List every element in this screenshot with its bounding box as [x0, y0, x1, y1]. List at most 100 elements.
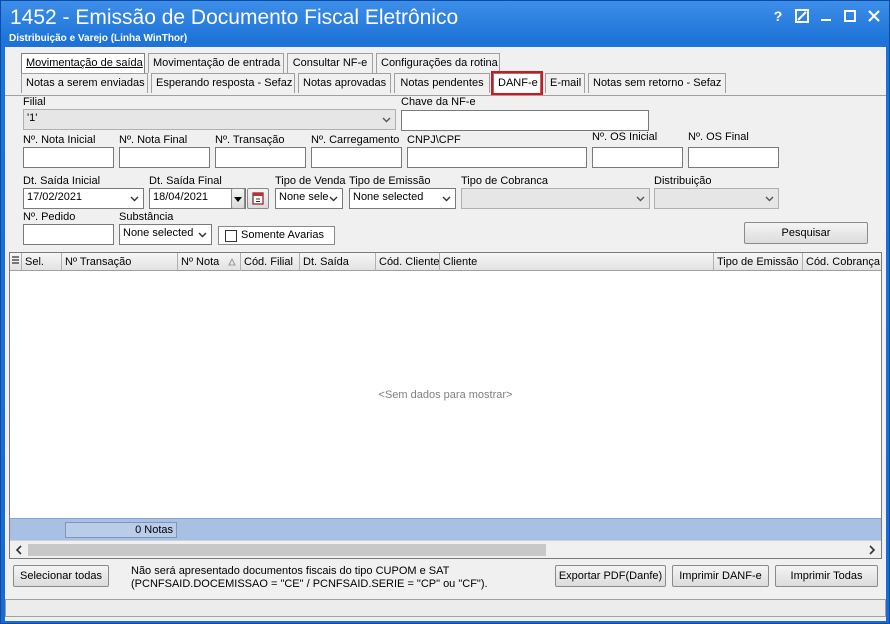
triangle-down-icon	[234, 197, 242, 202]
print-all-button[interactable]: Imprimir Todas	[775, 565, 878, 587]
print-danfe-button[interactable]: Imprimir DANF-e	[672, 565, 769, 587]
close-icon	[868, 10, 880, 22]
chave-input[interactable]	[401, 110, 649, 131]
nota-inicial-input[interactable]	[23, 147, 114, 168]
help-button[interactable]: ?	[771, 9, 785, 23]
chevron-down-icon	[329, 196, 338, 202]
substancia-label: Substância	[119, 211, 174, 223]
tipo-venda-value: None sele	[279, 191, 329, 203]
chevron-down-icon	[765, 196, 774, 202]
tab-label: E-mail	[550, 77, 582, 89]
dt-saida-inicial-label: Dt. Saída Inicial	[23, 175, 101, 187]
transacao-label: Nº. Transação	[215, 134, 285, 146]
tipo-emissao-label: Tipo de Emissão	[349, 175, 431, 187]
tab-email[interactable]: E-mail	[545, 73, 585, 93]
tipo-cobranca-select[interactable]	[461, 188, 650, 209]
cnpj-input[interactable]	[407, 147, 587, 168]
nota-final-input[interactable]	[119, 147, 210, 168]
chave-label: Chave da NF-e	[401, 96, 476, 108]
dt-saida-final-label: Dt. Saída Final	[149, 175, 222, 187]
tipo-emissao-select[interactable]: None selected	[349, 188, 456, 209]
tab-notas-sem-retorno[interactable]: Notas sem retorno - Sefaz	[588, 73, 726, 93]
os-inicial-input[interactable]	[592, 147, 683, 168]
transacao-input[interactable]	[215, 147, 306, 168]
column-cod-cliente[interactable]: Cód. Cliente	[376, 253, 440, 271]
restore-edit-button[interactable]	[795, 9, 809, 23]
somente-avarias-label: Somente Avarias	[241, 229, 324, 241]
tipo-venda-select[interactable]: None sele	[275, 188, 343, 209]
distribuicao-label: Distribuição	[654, 175, 712, 187]
chevron-left-icon[interactable]	[12, 543, 26, 557]
tab-movimentacao-entrada[interactable]: Movimentação de entrada	[148, 53, 284, 73]
info-note: Não será apresentado documentos fiscais …	[131, 565, 488, 591]
column-tipo-emissao[interactable]: Tipo de Emissão	[714, 253, 803, 271]
column-list-icon	[12, 256, 19, 264]
column-dt-saida[interactable]: Dt. Saída	[300, 253, 376, 271]
tab-configuracoes[interactable]: Configurações da rotina	[376, 53, 500, 73]
tab-label: Notas aprovadas	[303, 77, 387, 89]
chevron-right-icon[interactable]	[865, 543, 879, 557]
horizontal-scrollbar[interactable]	[10, 540, 881, 558]
tab-label: Consultar NF-e	[292, 57, 368, 69]
chevron-down-icon	[636, 196, 645, 202]
tab-danfe[interactable]: DANF-e	[491, 71, 543, 95]
column-nota[interactable]: Nº Nota	[178, 253, 241, 271]
tab-movimentacao-saida[interactable]: Movimentação de saída	[21, 53, 145, 73]
column-transacao[interactable]: Nº Transação	[62, 253, 178, 271]
carregamento-label: Nº. Carregamento	[311, 134, 400, 146]
filial-value: '1'	[27, 112, 38, 124]
column-cliente[interactable]: Cliente	[440, 253, 714, 271]
tipo-cobranca-label: Tipo de Cobranca	[461, 175, 549, 187]
dt-saida-inicial-value: 17/02/2021	[27, 191, 83, 203]
info-note-line1: Não será apresentado documentos fiscais …	[131, 565, 450, 577]
tipo-emissao-value: None selected	[353, 191, 424, 203]
chevron-down-icon	[442, 196, 451, 202]
export-pdf-button[interactable]: Exportar PDF(Danfe)	[555, 565, 666, 587]
filial-select[interactable]: '1'	[23, 109, 396, 130]
calendar-icon	[252, 192, 264, 205]
results-grid[interactable]: Sel. Nº Transação Nº Nota Cód. Filial Dt…	[9, 252, 882, 559]
tab-notas-pendentes[interactable]: Notas pendentes	[394, 73, 490, 93]
minimize-icon	[821, 19, 831, 21]
dt-saida-final-dropdown-button[interactable]	[231, 188, 245, 209]
os-inicial-label: Nº. OS Inicial	[592, 131, 658, 143]
scrollbar-thumb[interactable]	[28, 544, 546, 556]
window-title: 1452 - Emissão de Documento Fiscal Eletr…	[10, 6, 459, 29]
calendar-button[interactable]	[247, 188, 269, 209]
checkbox-box[interactable]	[225, 230, 237, 242]
tab-consultar-nfe[interactable]: Consultar NF-e	[287, 53, 373, 73]
cnpj-label: CNPJ\CPF	[407, 134, 461, 146]
tab-notas-serem-enviadas[interactable]: Notas a serem enviadas	[21, 73, 148, 93]
nota-inicial-label: Nº. Nota Inicial	[23, 134, 96, 146]
filial-label: Filial	[23, 96, 46, 108]
select-all-button[interactable]: Selecionar todas	[13, 565, 109, 587]
minimize-button[interactable]	[819, 9, 833, 23]
substancia-select[interactable]: None selected	[119, 224, 212, 245]
maximize-icon	[844, 10, 856, 22]
column-cod-cobranca[interactable]: Cód. Cobrança	[803, 253, 881, 271]
carregamento-input[interactable]	[311, 147, 402, 168]
tab-label: Notas sem retorno - Sefaz	[593, 77, 722, 89]
column-sel[interactable]: Sel.	[22, 253, 62, 271]
pedido-input[interactable]	[23, 224, 114, 245]
close-button[interactable]	[867, 9, 881, 23]
somente-avarias-checkbox[interactable]: Somente Avarias	[218, 226, 335, 245]
tab-label: Esperando resposta - Sefaz	[156, 77, 293, 89]
nota-final-label: Nº. Nota Final	[119, 134, 188, 146]
tab-label: Notas a serem enviadas	[26, 77, 145, 89]
dt-saida-inicial-picker[interactable]: 17/02/2021	[23, 188, 144, 209]
os-final-label: Nº. OS Final	[688, 131, 749, 143]
tab-esperando-resposta[interactable]: Esperando resposta - Sefaz	[151, 73, 295, 93]
maximize-button[interactable]	[843, 9, 857, 23]
distribuicao-select[interactable]	[654, 188, 779, 209]
column-chooser-button[interactable]	[10, 253, 22, 271]
pesquisar-button[interactable]: Pesquisar	[744, 222, 868, 244]
column-nota-label: Nº Nota	[181, 256, 220, 268]
app-window: 1452 - Emissão de Documento Fiscal Eletr…	[0, 0, 890, 624]
tab-notas-aprovadas[interactable]: Notas aprovadas	[298, 73, 391, 93]
help-icon: ?	[773, 8, 783, 24]
os-final-input[interactable]	[688, 147, 779, 168]
column-cod-filial[interactable]: Cód. Filial	[241, 253, 300, 271]
window-controls: ?	[771, 9, 881, 23]
notes-count: 0 Notas	[65, 522, 177, 538]
